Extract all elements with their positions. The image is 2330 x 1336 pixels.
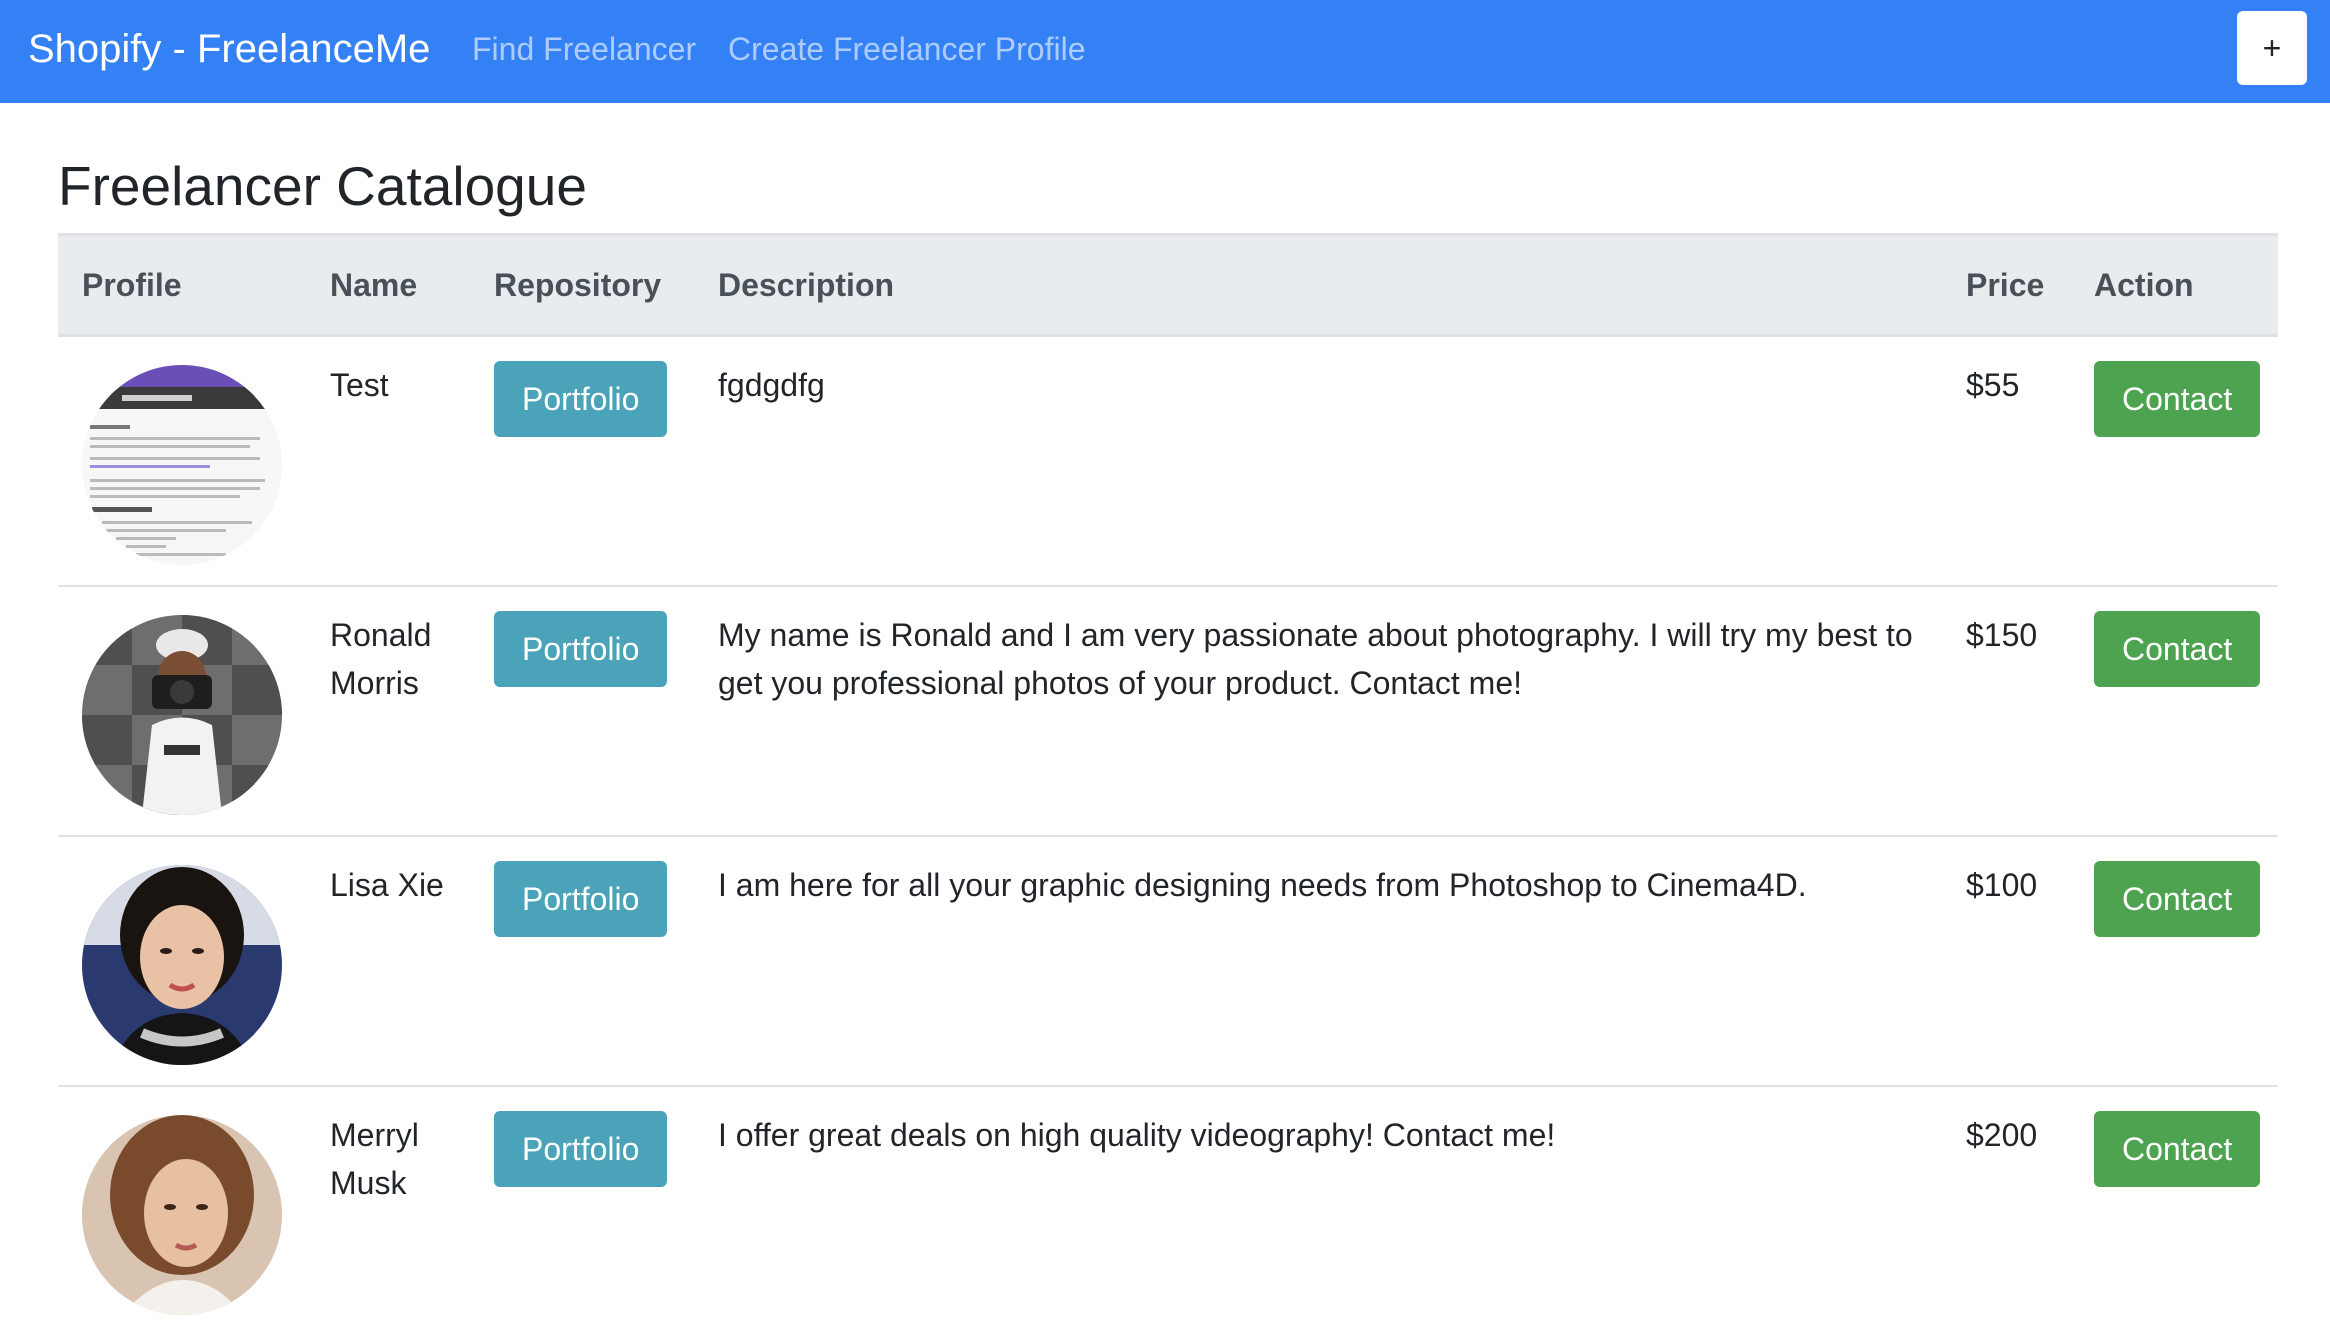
brand-link[interactable]: Shopify - FreelanceMe xyxy=(28,24,430,74)
column-header-profile: Profile xyxy=(58,233,306,337)
document-screenshot-avatar xyxy=(82,365,282,565)
price-cell: $100 xyxy=(1942,835,2070,1087)
portfolio-button[interactable]: Portfolio xyxy=(494,610,668,687)
column-header-action: Action xyxy=(2070,233,2278,337)
table-row: Test Portfolio fgdgdfg $55 Contact xyxy=(58,335,2278,587)
price-cell: $55 xyxy=(1942,335,2070,587)
column-header-description: Description xyxy=(694,233,1942,337)
table-row: Ronald Morris Portfolio My name is Ronal… xyxy=(58,585,2278,837)
profile-cell xyxy=(58,835,306,1087)
woman-portrait-avatar xyxy=(82,864,282,1065)
contact-button[interactable]: Contact xyxy=(2094,610,2261,687)
table-row: Merryl Musk Portfolio I offer great deal… xyxy=(58,1086,2278,1336)
top-navbar: Shopify - FreelanceMe Find Freelancer Cr… xyxy=(0,0,2330,103)
repository-cell: Portfolio xyxy=(470,585,694,837)
column-header-name: Name xyxy=(306,233,470,337)
description-cell: fgdgdfg xyxy=(694,335,1942,587)
plus-icon: + xyxy=(2262,29,2282,66)
action-cell: Contact xyxy=(2070,835,2278,1087)
profile-cell xyxy=(58,585,306,837)
contact-button[interactable]: Contact xyxy=(2094,860,2261,937)
portfolio-button[interactable]: Portfolio xyxy=(494,361,668,437)
description-cell: I am here for all your graphic designing… xyxy=(694,835,1942,1087)
price-cell: $150 xyxy=(1942,585,2070,837)
repository-cell: Portfolio xyxy=(470,835,694,1087)
navbar-toggle-button[interactable]: + xyxy=(2237,11,2307,85)
column-header-repository: Repository xyxy=(470,233,694,337)
repository-cell: Portfolio xyxy=(470,1086,694,1336)
description-cell: I offer great deals on high quality vide… xyxy=(718,1116,1556,1153)
action-cell: Contact xyxy=(2070,1086,2278,1336)
price-cell: $200 xyxy=(1966,1116,2038,1153)
action-cell: Contact xyxy=(2070,335,2278,587)
photographer-avatar xyxy=(82,614,282,815)
column-header-price: Price xyxy=(1942,233,2070,337)
name-cell: Test xyxy=(306,335,470,587)
table-header-row: Profile Name Repository Description Pric… xyxy=(58,233,2278,337)
page-title: Freelancer Catalogue xyxy=(58,155,587,217)
repository-cell: Portfolio xyxy=(470,335,694,587)
woman-portrait-avatar xyxy=(82,1114,282,1315)
nav-link-find-freelancer[interactable]: Find Freelancer xyxy=(472,29,696,69)
table-row: Lisa Xie Portfolio I am here for all you… xyxy=(58,835,2278,1087)
portfolio-button[interactable]: Portfolio xyxy=(494,860,668,937)
profile-cell xyxy=(58,335,306,587)
name-cell: Ronald Morris xyxy=(306,585,470,837)
description-cell: My name is Ronald and I am very passiona… xyxy=(694,585,1942,837)
freelancer-table-container: Profile Name Repository Description Pric… xyxy=(58,233,2278,1336)
action-cell: Contact xyxy=(2070,585,2278,837)
name-cell: Lisa Xie xyxy=(306,835,470,1087)
profile-cell xyxy=(58,1086,306,1336)
name-cell: Merryl Musk xyxy=(330,1116,419,1201)
nav-link-create-freelancer-profile[interactable]: Create Freelancer Profile xyxy=(728,29,1085,69)
freelancer-table: Profile Name Repository Description Pric… xyxy=(58,233,2278,1336)
contact-button[interactable]: Contact xyxy=(2094,361,2261,437)
portfolio-button[interactable]: Portfolio xyxy=(494,1110,668,1187)
contact-button[interactable]: Contact xyxy=(2094,1110,2261,1187)
